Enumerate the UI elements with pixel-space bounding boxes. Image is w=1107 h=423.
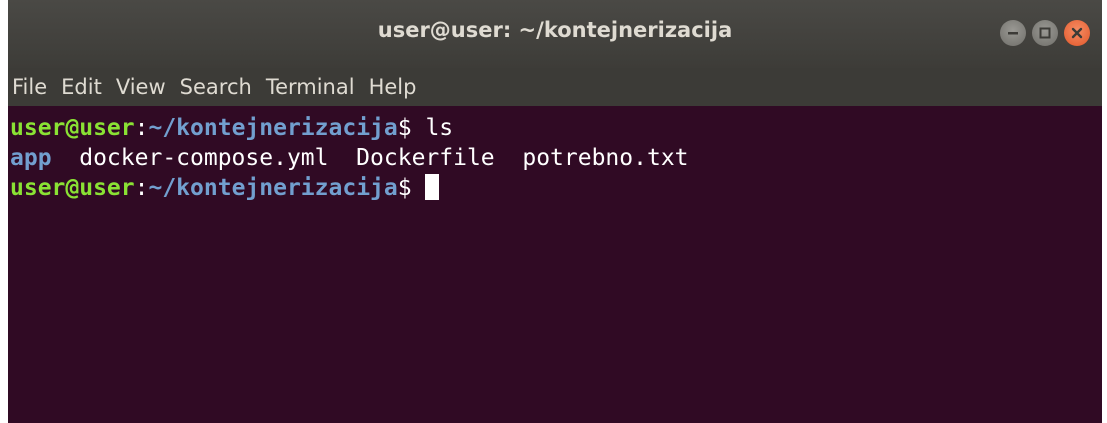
prompt-colon: : (134, 115, 149, 141)
menu-file[interactable]: File (12, 75, 47, 99)
menu-help[interactable]: Help (369, 75, 417, 99)
command-text: ls (411, 115, 454, 141)
menu-bar: File Edit View Search Terminal Help (8, 68, 1102, 106)
terminal-line: user@user:~/kontejnerizacija$ ls (10, 113, 1102, 143)
terminal-window: user@user: ~/kontejnerizacija File Edit … (8, 0, 1102, 423)
window-title: user@user: ~/kontejnerizacija (377, 18, 733, 42)
terminal-line: app docker-compose.yml Dockerfile potreb… (10, 143, 1102, 173)
terminal-line: user@user:~/kontejnerizacija$ (10, 173, 1102, 203)
menu-search[interactable]: Search (180, 75, 252, 99)
menu-edit[interactable]: Edit (61, 75, 102, 99)
menu-terminal[interactable]: Terminal (266, 75, 355, 99)
file-entries: docker-compose.yml Dockerfile potrebno.t… (51, 145, 689, 171)
terminal-output[interactable]: user@user:~/kontejnerizacija$ ls app doc… (8, 108, 1102, 423)
prompt-path: ~/kontejnerizacija (148, 115, 398, 141)
dir-entry: app (10, 145, 52, 171)
minimize-button[interactable] (1000, 20, 1026, 46)
maximize-icon (1039, 27, 1051, 39)
title-bar[interactable]: user@user: ~/kontejnerizacija (8, 0, 1102, 68)
prompt-user: user@user (10, 175, 135, 201)
window-controls (1000, 20, 1090, 46)
prompt-path: ~/kontejnerizacija (148, 175, 398, 201)
prompt-user: user@user (10, 115, 135, 141)
maximize-button[interactable] (1032, 20, 1058, 46)
prompt-symbol: $ (397, 115, 412, 141)
minimize-icon (1008, 32, 1018, 35)
text-cursor (425, 174, 440, 200)
close-icon (1071, 27, 1083, 39)
menu-view[interactable]: View (116, 75, 166, 99)
close-button[interactable] (1064, 20, 1090, 46)
prompt-symbol: $ (397, 175, 426, 201)
prompt-colon: : (134, 175, 149, 201)
